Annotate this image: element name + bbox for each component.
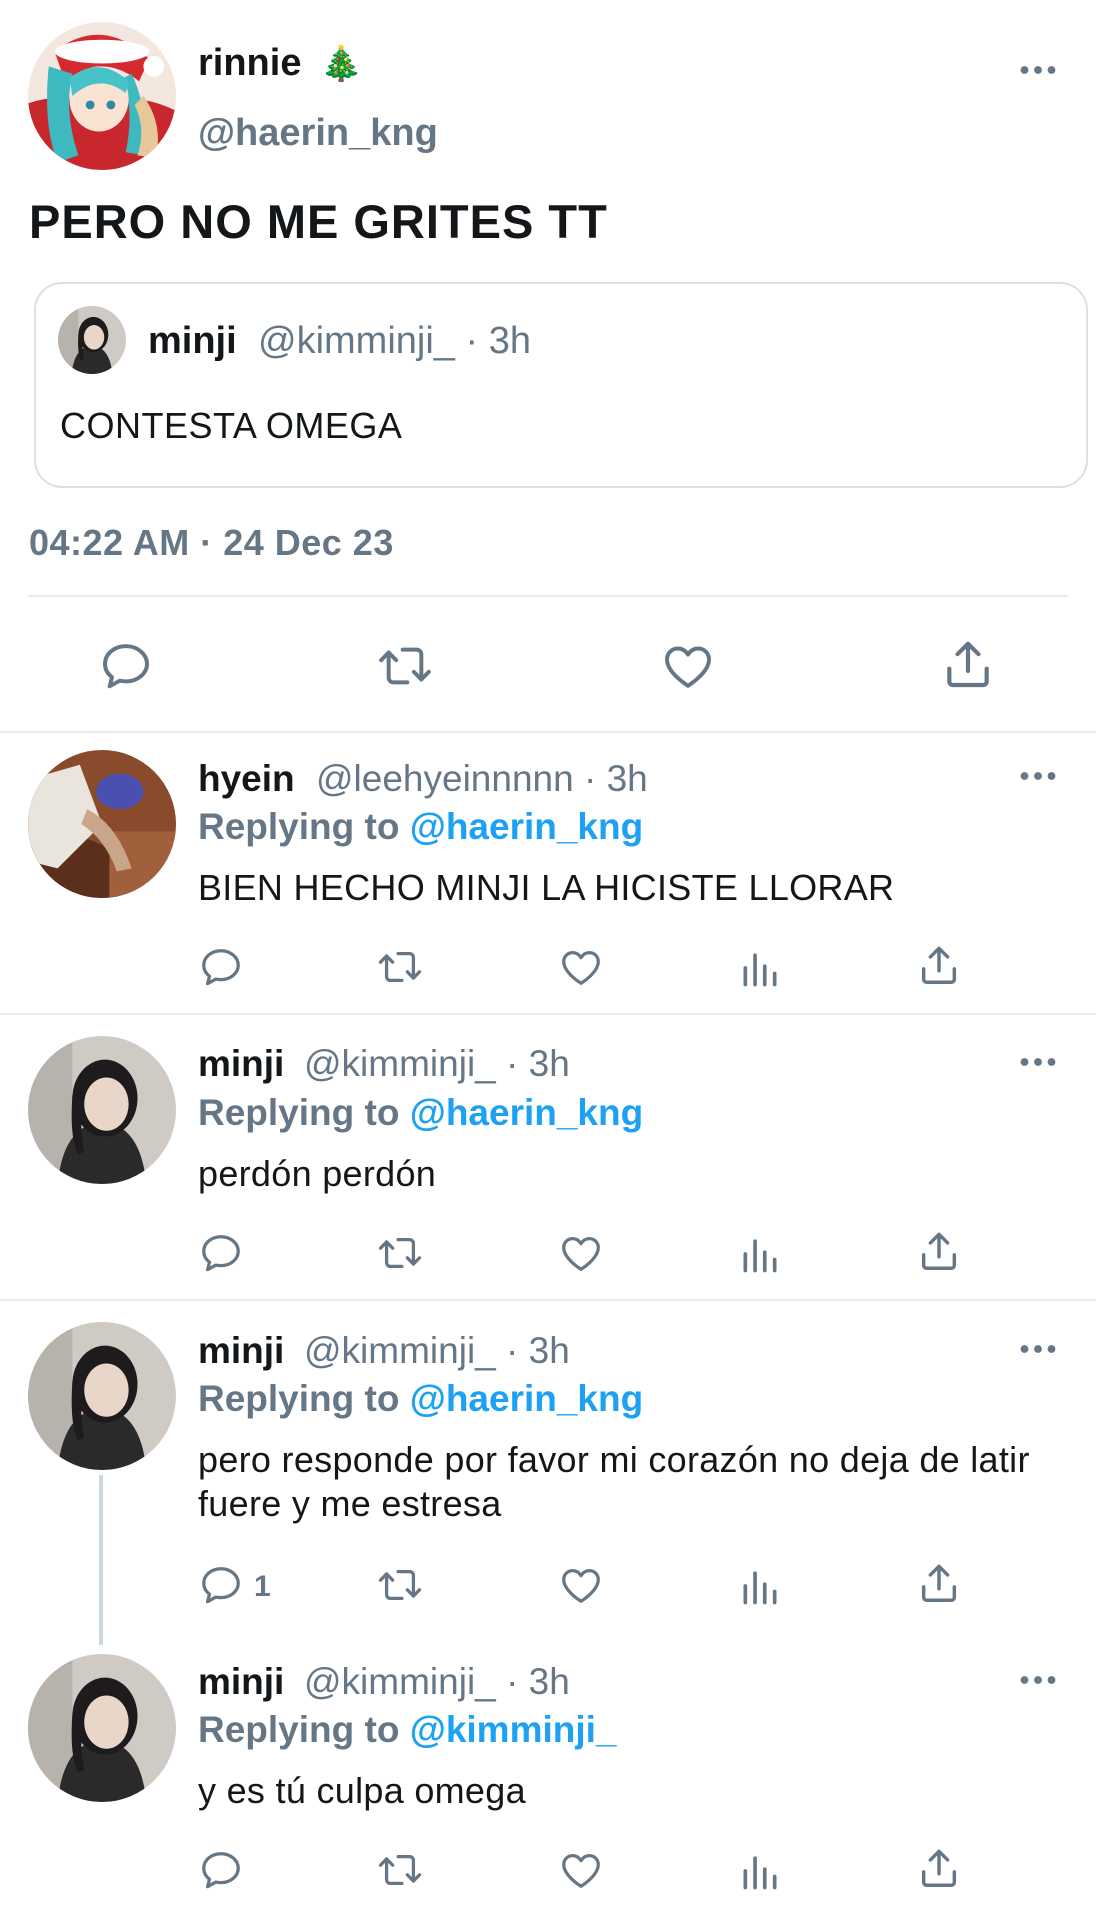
replying-prefix: Replying to bbox=[198, 1092, 410, 1133]
avatar-quoted-minji bbox=[58, 306, 126, 374]
avatar-minji[interactable] bbox=[28, 1654, 176, 1802]
replying-prefix: Replying to bbox=[198, 1378, 410, 1419]
like-icon[interactable] bbox=[558, 944, 604, 990]
more-icon[interactable] bbox=[1020, 1056, 1056, 1068]
replying-to: Replying to @kimminji_ bbox=[198, 1709, 617, 1751]
reply-author-name[interactable]: minji bbox=[198, 1661, 284, 1703]
reply-text: y es tú culpa omega bbox=[198, 1770, 526, 1811]
replying-prefix: Replying to bbox=[198, 806, 410, 847]
avatar-minji[interactable] bbox=[28, 1036, 176, 1184]
share-icon[interactable] bbox=[940, 636, 996, 692]
reply-text: BIEN HECHO MINJI LA HICISTE LLORAR bbox=[198, 867, 895, 908]
reply-handle-time: @leehyeinnnnn · 3h bbox=[316, 758, 648, 799]
reply-text: perdón perdón bbox=[198, 1153, 437, 1194]
reply-icon[interactable] bbox=[198, 1562, 244, 1608]
reply-handle-time: @kimminji_ · 3h bbox=[304, 1330, 570, 1371]
reply-icon[interactable] bbox=[98, 638, 154, 694]
analytics-icon[interactable] bbox=[738, 1564, 782, 1608]
divider bbox=[0, 731, 1096, 733]
more-icon[interactable] bbox=[1020, 1674, 1056, 1686]
like-icon[interactable] bbox=[660, 638, 716, 694]
retweet-icon[interactable] bbox=[374, 638, 436, 694]
tweet-timestamp[interactable]: 04:22 AM · 24 Dec 23 bbox=[29, 522, 394, 564]
author-name[interactable]: rinnie bbox=[198, 42, 301, 85]
replying-to: Replying to @haerin_kng bbox=[198, 806, 643, 848]
reply-icon[interactable] bbox=[198, 1847, 244, 1893]
mention-link[interactable]: @haerin_kng bbox=[410, 1378, 643, 1419]
reply-handle-time: @kimminji_ · 3h bbox=[304, 1043, 570, 1084]
mention-link[interactable]: @haerin_kng bbox=[410, 806, 643, 847]
share-icon[interactable] bbox=[916, 942, 962, 988]
share-icon[interactable] bbox=[916, 1228, 962, 1274]
more-icon[interactable] bbox=[1020, 64, 1056, 76]
quoted-handle-time: @kimminji_ · 3h bbox=[258, 320, 531, 362]
reply-count: 1 bbox=[254, 1570, 271, 1603]
analytics-icon[interactable] bbox=[738, 1849, 782, 1893]
tweet-text: PERO NO ME GRITES TT bbox=[29, 195, 608, 248]
replying-prefix: Replying to bbox=[198, 1709, 410, 1750]
more-icon[interactable] bbox=[1020, 770, 1056, 782]
divider bbox=[0, 1299, 1096, 1301]
avatar-hyein[interactable] bbox=[28, 750, 176, 898]
quoted-text: CONTESTA OMEGA bbox=[60, 405, 403, 446]
replying-to: Replying to @haerin_kng bbox=[198, 1378, 643, 1420]
share-icon[interactable] bbox=[916, 1560, 962, 1606]
retweet-icon[interactable] bbox=[374, 1230, 426, 1276]
quoted-tweet[interactable] bbox=[34, 282, 1088, 488]
thread-line bbox=[99, 1475, 103, 1645]
reply-handle-time: @kimminji_ · 3h bbox=[304, 1661, 570, 1702]
share-icon[interactable] bbox=[916, 1845, 962, 1891]
replying-to: Replying to @haerin_kng bbox=[198, 1092, 643, 1134]
like-icon[interactable] bbox=[558, 1230, 604, 1276]
divider bbox=[0, 1013, 1096, 1015]
retweet-icon[interactable] bbox=[374, 1847, 426, 1893]
author-handle[interactable]: @haerin_kng bbox=[198, 112, 438, 155]
reply-text: pero responde por favor mi corazón no de… bbox=[198, 1439, 1030, 1524]
divider bbox=[28, 595, 1068, 597]
like-icon[interactable] bbox=[558, 1562, 604, 1608]
like-icon[interactable] bbox=[558, 1847, 604, 1893]
avatar-rinnie[interactable] bbox=[28, 22, 176, 170]
christmas-tree-emoji: 🎄 bbox=[320, 44, 363, 84]
reply-author-name[interactable]: hyein bbox=[198, 758, 295, 800]
avatar-minji[interactable] bbox=[28, 1322, 176, 1470]
reply-icon[interactable] bbox=[198, 1230, 244, 1276]
analytics-icon[interactable] bbox=[738, 1232, 782, 1276]
reply-author-name[interactable]: minji bbox=[198, 1043, 284, 1085]
analytics-icon[interactable] bbox=[738, 946, 782, 990]
mention-link[interactable]: @kimminji_ bbox=[410, 1709, 617, 1750]
retweet-icon[interactable] bbox=[374, 944, 426, 990]
reply-author-name[interactable]: minji bbox=[198, 1330, 284, 1372]
reply-icon[interactable] bbox=[198, 944, 244, 990]
mention-link[interactable]: @haerin_kng bbox=[410, 1092, 643, 1133]
more-icon[interactable] bbox=[1020, 1343, 1056, 1355]
quoted-author-name: minji bbox=[148, 320, 237, 362]
retweet-icon[interactable] bbox=[374, 1562, 426, 1608]
